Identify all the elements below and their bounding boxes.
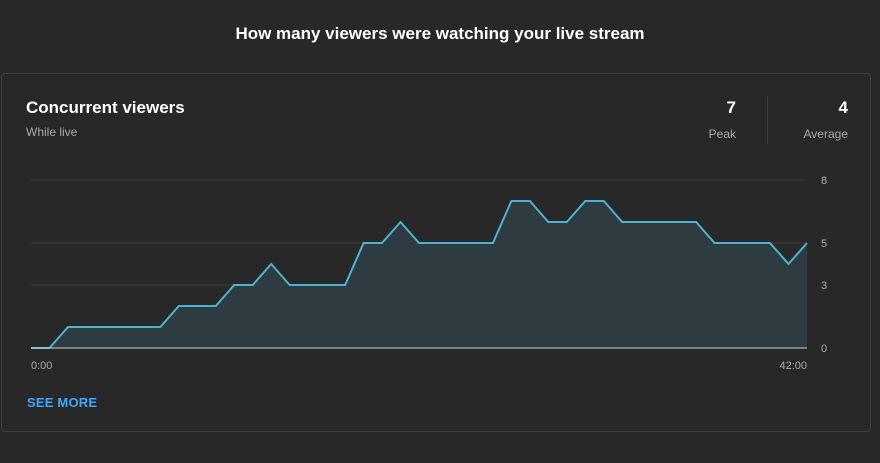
y-tick-label: 3 [821,280,827,292]
viewers-chart: 0 3 5 8 0:00 42:00 [31,175,827,372]
page-title: How many viewers were watching your live… [235,24,645,43]
x-tick-label: 0:00 [31,360,52,372]
see-more-link[interactable]: SEE MORE [27,395,97,410]
x-tick-label: 42:00 [779,360,807,372]
y-tick-label: 0 [821,343,827,355]
y-tick-label: 8 [821,175,827,187]
y-tick-label: 5 [821,238,827,250]
series-area [31,201,807,348]
concurrent-viewers-card: Concurrent viewers While live 7 Peak 4 A… [1,73,871,432]
